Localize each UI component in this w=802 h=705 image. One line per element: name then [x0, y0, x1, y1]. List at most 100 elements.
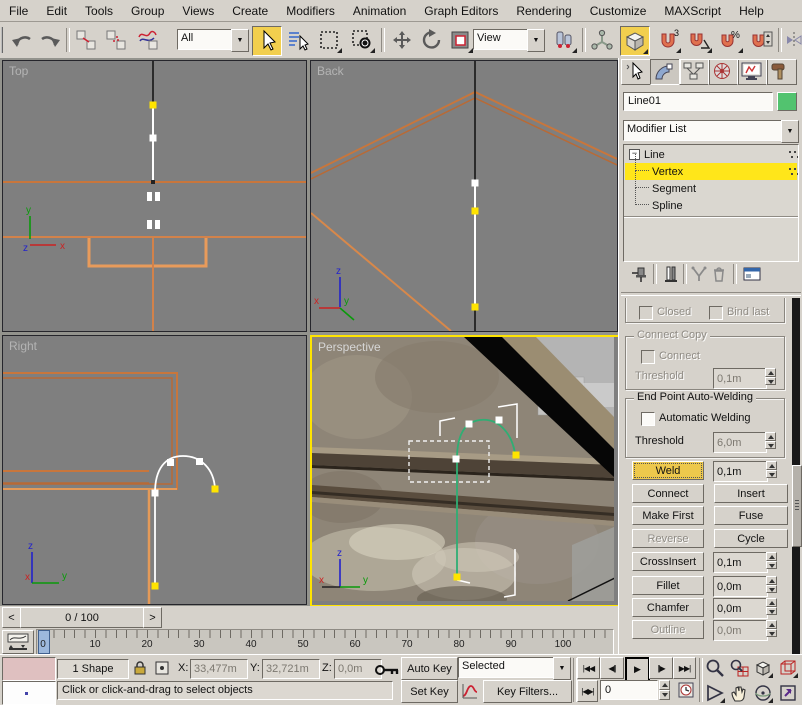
- remove-modifier-button[interactable]: [709, 264, 729, 284]
- select-and-rotate-button[interactable]: [418, 26, 446, 54]
- viewport-perspective-label[interactable]: Perspective: [318, 340, 381, 354]
- percent-snap-toggle-button[interactable]: %: [716, 26, 744, 54]
- unlink-selection-button[interactable]: [102, 26, 130, 54]
- go-to-start-button[interactable]: |◀◀: [577, 657, 600, 679]
- make-unique-button[interactable]: [689, 264, 709, 284]
- menu-group[interactable]: Group: [122, 4, 173, 18]
- viewport-back[interactable]: Back z x y: [310, 60, 618, 332]
- angle-snap-toggle-button[interactable]: [685, 26, 713, 54]
- menu-animation[interactable]: Animation: [344, 4, 415, 18]
- select-by-name-button[interactable]: [284, 26, 312, 54]
- zoom-extents-all-button[interactable]: [776, 656, 799, 679]
- weld-button[interactable]: Weld: [632, 461, 704, 480]
- chamfer-button[interactable]: Chamfer: [632, 598, 704, 617]
- snap-3d-toggle-button[interactable]: 3: [654, 26, 682, 54]
- menu-rendering[interactable]: Rendering: [507, 4, 580, 18]
- viewport-back-canvas[interactable]: z x y: [311, 61, 617, 331]
- menu-customize[interactable]: Customize: [581, 4, 656, 18]
- mirror-button-clipped[interactable]: [784, 26, 802, 54]
- chamfer-value[interactable]: 0,0m: [713, 598, 768, 619]
- zoom-button[interactable]: [703, 656, 726, 679]
- auto-key-button[interactable]: Auto Key: [401, 657, 458, 680]
- time-slider[interactable]: 0 / 100: [20, 607, 144, 628]
- tab-hierarchy[interactable]: [679, 59, 710, 85]
- select-and-link-button[interactable]: [72, 26, 100, 54]
- select-and-scale-button[interactable]: [446, 26, 474, 54]
- insert-button[interactable]: Insert: [714, 484, 788, 503]
- auto-weld-threshold-spinner[interactable]: [765, 432, 776, 449]
- fillet-value[interactable]: 0,0m: [713, 576, 768, 597]
- set-key-button[interactable]: Set Key: [401, 680, 458, 703]
- menu-create[interactable]: Create: [223, 4, 277, 18]
- viewport-top-canvas[interactable]: y z x: [3, 61, 306, 331]
- key-mode-dropdown[interactable]: Selected ▼: [458, 657, 571, 678]
- viewport-top[interactable]: Top y z x: [2, 60, 307, 332]
- redo-button[interactable]: [36, 26, 64, 54]
- key-mode-arrow[interactable]: ▼: [553, 657, 571, 680]
- window-crossing-toggle-button[interactable]: [348, 26, 376, 54]
- reference-coordinate-arrow[interactable]: ▼: [527, 29, 545, 52]
- cross-insert-value[interactable]: 0,1m: [713, 552, 768, 573]
- snap-toggle-button[interactable]: [620, 26, 650, 56]
- scrollbar-handle[interactable]: [792, 465, 802, 547]
- auto-weld-threshold-field[interactable]: 6,0m: [713, 432, 767, 453]
- weld-threshold-value[interactable]: 0,1m: [713, 461, 768, 482]
- default-in-out-tangents-button[interactable]: [459, 680, 480, 701]
- viewport-perspective[interactable]: Perspective: [310, 335, 620, 607]
- key-filters-button[interactable]: Key Filters...: [483, 680, 572, 703]
- previous-frame-arrow-button[interactable]: <: [2, 607, 21, 628]
- menu-tools[interactable]: Tools: [76, 4, 122, 18]
- undo-button[interactable]: [8, 26, 36, 54]
- tab-display[interactable]: [737, 59, 768, 85]
- tab-utilities[interactable]: [766, 59, 797, 85]
- use-pivot-point-center-button[interactable]: [550, 26, 578, 54]
- set-key-mode-key-icon[interactable]: [374, 661, 400, 679]
- time-configuration-button[interactable]: [676, 680, 696, 700]
- chamfer-spinner[interactable]: [766, 598, 777, 615]
- stack-item-line[interactable]: − Line: [625, 146, 797, 163]
- fillet-button[interactable]: Fillet: [632, 576, 704, 595]
- maxscript-mini-listener-macro[interactable]: [2, 657, 56, 681]
- select-and-manipulate-button[interactable]: [588, 26, 616, 54]
- timeline-ruler[interactable]: 0 10 20 30 40 50 60 70 80 90 100: [36, 629, 614, 655]
- menu-graph-editors[interactable]: Graph Editors: [415, 4, 507, 18]
- tab-create[interactable]: [621, 59, 652, 85]
- weld-spinner[interactable]: [766, 461, 777, 478]
- viewport-right-canvas[interactable]: z x y: [3, 336, 306, 604]
- show-end-result-button[interactable]: [661, 264, 681, 284]
- menu-edit[interactable]: Edit: [37, 4, 76, 18]
- absolute-mode-transform-toggle[interactable]: [152, 658, 172, 678]
- connect-button[interactable]: Connect: [632, 484, 704, 503]
- cycle-button[interactable]: Cycle: [714, 529, 788, 548]
- play-button[interactable]: ▶: [625, 657, 650, 682]
- menu-help[interactable]: Help: [730, 4, 773, 18]
- select-object-button[interactable]: [252, 26, 282, 56]
- selection-lock-toggle[interactable]: [130, 658, 150, 678]
- previous-frame-button[interactable]: ◀||: [600, 657, 624, 679]
- current-frame-field[interactable]: 0: [600, 680, 658, 700]
- stack-item-vertex[interactable]: Vertex: [625, 163, 797, 180]
- next-frame-button[interactable]: ||▶: [649, 657, 673, 679]
- viewport-perspective-canvas[interactable]: z x y: [312, 337, 614, 601]
- next-frame-arrow-button[interactable]: >: [143, 607, 162, 628]
- current-frame-spinner[interactable]: [659, 680, 670, 700]
- modifier-list-arrow[interactable]: ▼: [781, 120, 799, 143]
- open-mini-curve-editor-button[interactable]: [2, 630, 34, 654]
- modifier-stack[interactable]: − Line Vertex Segment Spline: [623, 144, 799, 262]
- menu-maxscript[interactable]: MAXScript: [655, 4, 730, 18]
- object-name-field[interactable]: Line01: [623, 92, 773, 111]
- key-mode-toggle-button[interactable]: |◀▶|: [577, 680, 598, 702]
- field-of-view-button[interactable]: [703, 681, 726, 704]
- zoom-all-button[interactable]: [727, 656, 750, 679]
- spinner-snap-toggle-button[interactable]: [747, 26, 775, 54]
- maxscript-mini-listener[interactable]: [2, 681, 56, 705]
- object-color-swatch[interactable]: [777, 92, 797, 111]
- make-first-button[interactable]: Make First: [632, 506, 704, 525]
- modifier-list-dropdown[interactable]: Modifier List ▼: [623, 120, 799, 141]
- arc-rotate-button[interactable]: [751, 681, 774, 704]
- configure-modifier-sets-button[interactable]: [741, 264, 763, 284]
- cross-insert-button[interactable]: CrossInsert: [632, 552, 704, 571]
- viewport-right-label[interactable]: Right: [9, 339, 37, 353]
- menu-file[interactable]: File: [0, 4, 37, 18]
- rollout-scrollbar[interactable]: [792, 298, 800, 654]
